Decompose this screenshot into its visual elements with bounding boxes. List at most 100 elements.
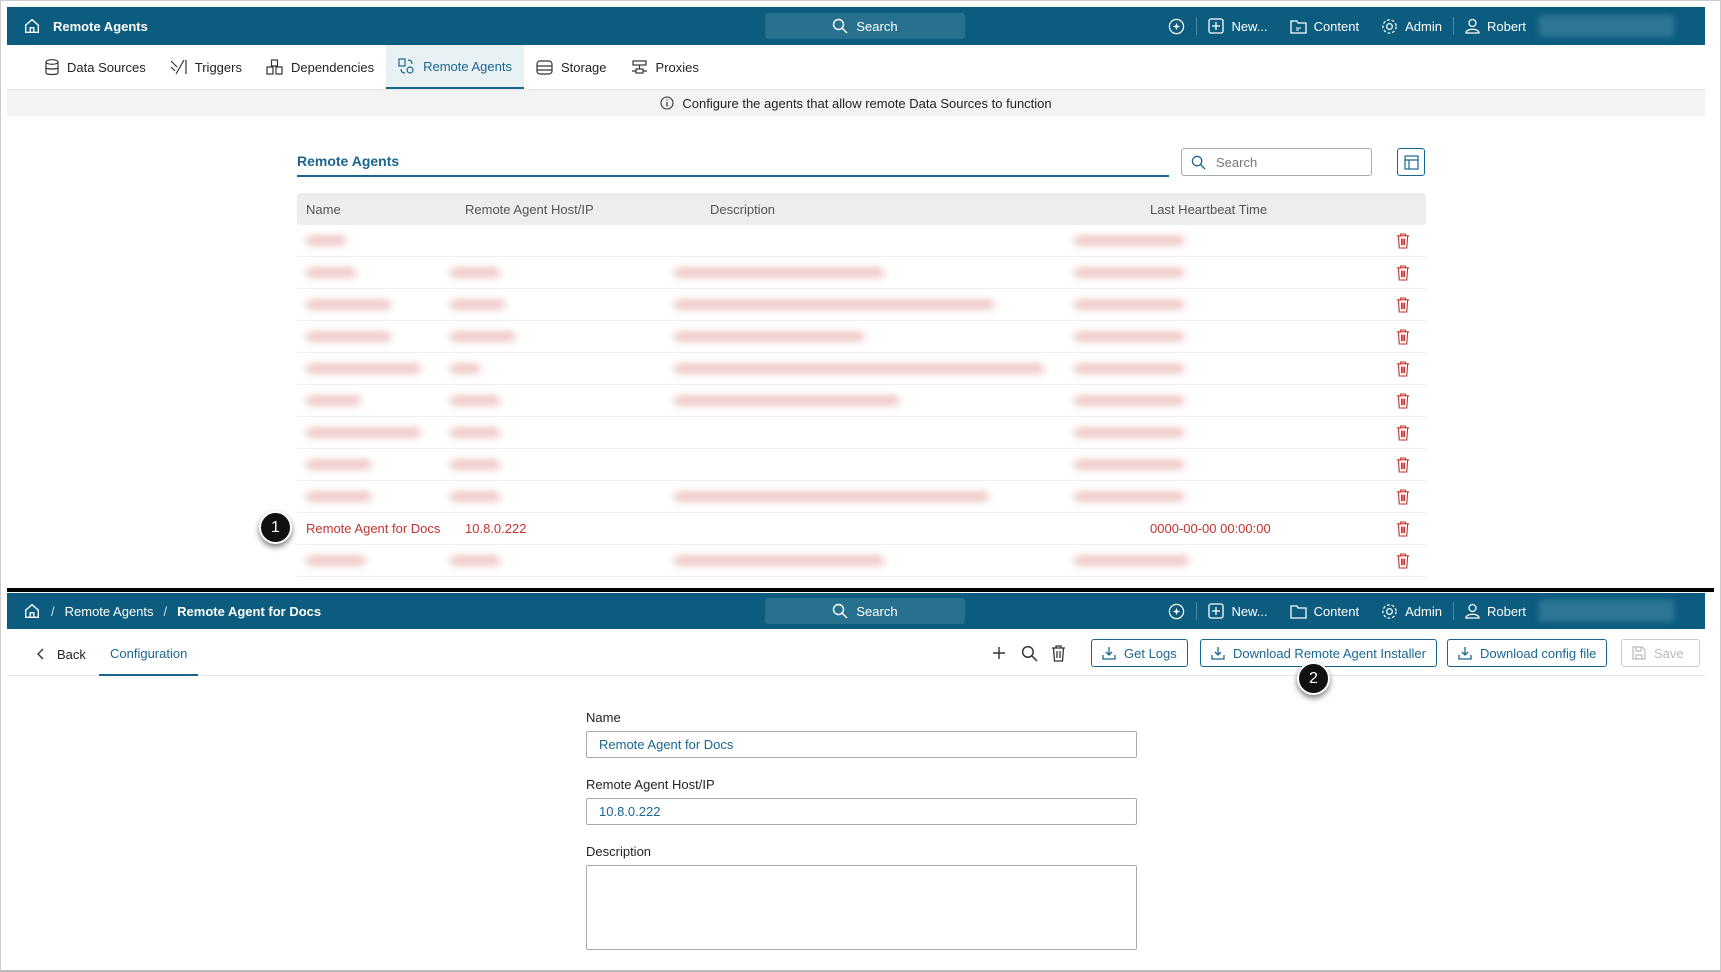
redacted-cell [306, 460, 371, 469]
delete-row-button[interactable] [1396, 457, 1410, 473]
content-button[interactable]: Content [1279, 604, 1371, 619]
remote-agents-table: Name Remote Agent Host/IP Description La… [297, 193, 1426, 577]
redacted-cell [674, 364, 1044, 373]
delete-row-button[interactable] [1396, 553, 1410, 569]
redacted-cell [306, 364, 421, 373]
button-label: Download config file [1480, 645, 1597, 661]
tab-storage[interactable]: Storage [524, 45, 619, 89]
agent-name-cell: Remote Agent for Docs [306, 521, 441, 536]
global-search[interactable]: Search [765, 598, 965, 624]
trash-icon [1396, 521, 1410, 537]
redacted-cell [1074, 556, 1189, 565]
column-settings-button[interactable] [1397, 148, 1425, 176]
home-icon[interactable] [23, 602, 41, 620]
save-button[interactable]: Save [1621, 639, 1700, 667]
tab-label: Storage [560, 59, 607, 75]
tab-configuration[interactable]: Configuration [99, 632, 199, 676]
table-row-redacted[interactable] [297, 417, 1426, 449]
sparkle-icon [1169, 603, 1185, 619]
delete-row-button[interactable] [1396, 361, 1410, 377]
content-label: Content [1313, 603, 1360, 619]
folder-icon [1289, 604, 1307, 619]
plus-icon[interactable] [991, 645, 1007, 661]
tab-proxies[interactable]: Proxies [619, 45, 711, 89]
table-row-redacted[interactable] [297, 289, 1426, 321]
delete-row-button[interactable] [1396, 233, 1410, 249]
delete-row-button[interactable] [1396, 425, 1410, 441]
cubes-icon [266, 59, 283, 75]
column-header-host[interactable]: Remote Agent Host/IP [465, 202, 594, 217]
tab-triggers[interactable]: Triggers [158, 45, 254, 89]
redacted-cell [1074, 492, 1184, 501]
column-header-name[interactable]: Name [306, 202, 341, 217]
redacted-cell [450, 492, 500, 501]
global-search[interactable]: Search [765, 13, 965, 39]
button-label: Download Remote Agent Installer [1233, 645, 1426, 661]
redacted-cell [306, 268, 356, 277]
breadcrumb-remote-agents[interactable]: Remote Agents [65, 604, 154, 619]
assistant-button[interactable] [1157, 603, 1196, 620]
redacted-cell [1074, 332, 1184, 341]
user-name: Robert [1486, 603, 1526, 619]
breadcrumb-current: Remote Agent for Docs [177, 603, 322, 619]
redacted-cell [1074, 364, 1184, 373]
table-row-redacted[interactable] [297, 321, 1426, 353]
tab-data-sources[interactable]: Data Sources [33, 45, 158, 89]
trigger-icon [170, 59, 187, 75]
user-menu[interactable]: Robert [1454, 15, 1685, 37]
redacted-user-detail [1539, 15, 1674, 37]
table-row-redacted[interactable] [297, 385, 1426, 417]
table-row-remote-agent-for-docs[interactable]: Remote Agent for Docs 10.8.0.222 0000-00-0… [297, 513, 1426, 545]
gear-icon [1382, 603, 1397, 619]
redacted-cell [306, 300, 391, 309]
search-icon[interactable] [1021, 645, 1038, 662]
admin-button[interactable]: Admin [1370, 18, 1453, 35]
detail-header: / Remote Agents / Remote Agent for Docs … [7, 593, 1705, 629]
search-label: Search [856, 18, 898, 34]
table-row-redacted[interactable] [297, 449, 1426, 481]
redacted-user-detail [1539, 600, 1674, 622]
table-row-redacted[interactable] [297, 545, 1426, 577]
admin-button[interactable]: Admin [1370, 603, 1453, 620]
column-header-description[interactable]: Description [710, 202, 775, 217]
column-header-heartbeat[interactable]: Last Heartbeat Time [1150, 202, 1267, 217]
table-row-redacted[interactable] [297, 353, 1426, 385]
tab-label: Triggers [194, 59, 242, 75]
table-search-input[interactable]: Search [1181, 148, 1372, 176]
back-button[interactable]: Back [37, 632, 86, 676]
content-button[interactable]: Content [1279, 19, 1371, 34]
new-button[interactable]: New... [1197, 18, 1278, 34]
redacted-cell [1074, 396, 1184, 405]
redacted-cell [674, 268, 884, 277]
button-label: Get Logs [1124, 645, 1177, 661]
trash-icon[interactable] [1051, 645, 1066, 662]
delete-row-button[interactable] [1396, 393, 1410, 409]
trash-icon [1396, 489, 1410, 505]
remote-agent-icon [398, 57, 414, 74]
tab-label: Dependencies [290, 59, 375, 75]
table-row-redacted[interactable] [297, 481, 1426, 513]
delete-row-button[interactable] [1396, 521, 1410, 537]
trash-icon [1396, 393, 1410, 409]
description-textarea[interactable] [586, 865, 1137, 950]
delete-row-button[interactable] [1396, 329, 1410, 345]
trash-icon [1396, 297, 1410, 313]
user-menu[interactable]: Robert [1454, 600, 1685, 622]
assistant-button[interactable] [1157, 18, 1196, 35]
tab-remote-agents[interactable]: Remote Agents [386, 45, 524, 89]
tab-dependencies[interactable]: Dependencies [254, 45, 386, 89]
redacted-cell [674, 396, 899, 405]
delete-row-button[interactable] [1396, 265, 1410, 281]
table-row-redacted[interactable] [297, 257, 1426, 289]
delete-row-button[interactable] [1396, 489, 1410, 505]
name-input[interactable]: Remote Agent for Docs [586, 731, 1137, 758]
home-icon[interactable] [23, 17, 41, 35]
host-input[interactable]: 10.8.0.222 [586, 798, 1137, 825]
new-button[interactable]: New... [1197, 603, 1278, 619]
breadcrumb-separator: / [51, 603, 55, 619]
download-config-button[interactable]: Download config file [1447, 639, 1608, 667]
get-logs-button[interactable]: Get Logs [1091, 639, 1188, 667]
delete-row-button[interactable] [1396, 297, 1410, 313]
table-row-redacted[interactable] [297, 225, 1426, 257]
redacted-cell [450, 556, 500, 565]
